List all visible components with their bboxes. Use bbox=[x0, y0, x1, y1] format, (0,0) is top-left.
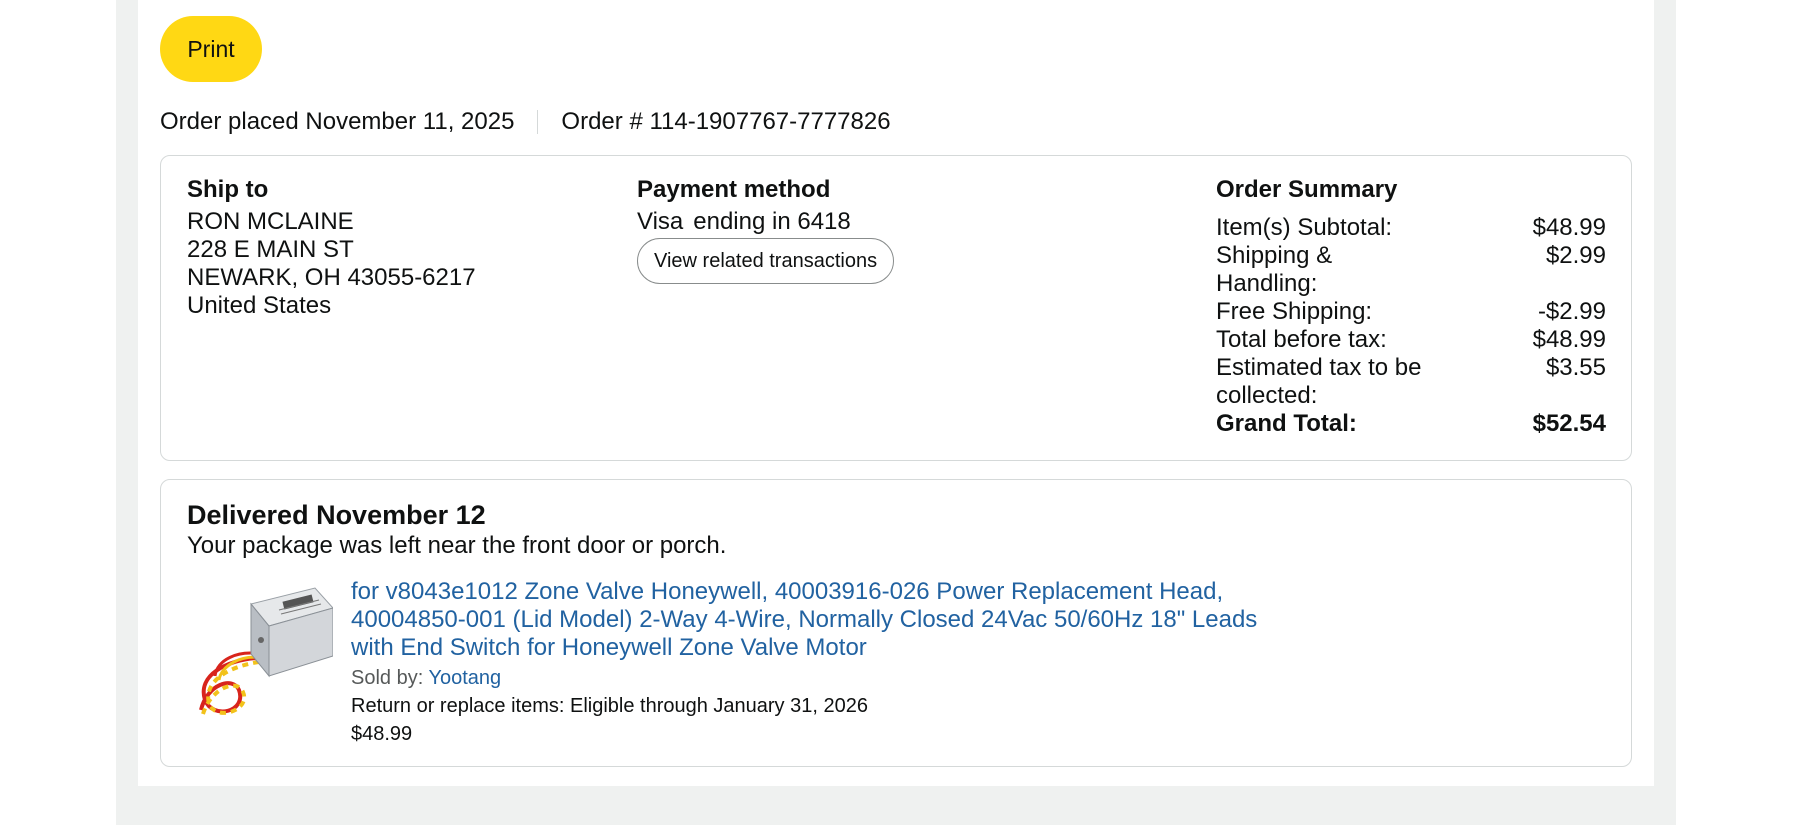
shipment-card: Delivered November 12 Your package was l… bbox=[160, 479, 1632, 767]
divider bbox=[537, 110, 539, 134]
order-placed-date: Order placed November 11, 2025 bbox=[160, 108, 515, 135]
summary-label: Estimated tax to be collected: bbox=[1216, 354, 1422, 409]
item-price: $48.99 bbox=[351, 723, 413, 745]
summary-label: Total before tax: bbox=[1216, 326, 1387, 353]
ship-to-name: RON MCLAINE bbox=[187, 208, 354, 235]
summary-label: Shipping & Handling: bbox=[1216, 242, 1333, 297]
summary-row-grand-total: Grand Total: $52.54 bbox=[1216, 410, 1606, 438]
product-title-link[interactable]: for v8043e1012 Zone Valve Honeywell, 400… bbox=[351, 578, 1281, 662]
summary-row-subtotal: Item(s) Subtotal: $48.99 bbox=[1216, 214, 1606, 242]
ship-to-country: United States bbox=[187, 292, 332, 319]
ship-to-heading: Ship to bbox=[187, 176, 269, 203]
summary-label: Free Shipping: bbox=[1216, 298, 1373, 325]
order-summary-section: Order Summary Item(s) Subtotal: $48.99 S… bbox=[1216, 176, 1606, 438]
product-image[interactable] bbox=[187, 580, 333, 726]
product-info: for v8043e1012 Zone Valve Honeywell, 400… bbox=[351, 578, 1281, 748]
ship-to-city: NEWARK, OH 43055-6217 bbox=[187, 264, 476, 291]
payment-method-section: Payment method Visa ending in 6418 View r… bbox=[637, 176, 1037, 284]
delivery-status-title: Delivered November 12 bbox=[187, 500, 486, 530]
summary-value: $48.99 bbox=[1532, 326, 1606, 353]
order-number: Order # 114-1907767-7777826 bbox=[561, 108, 891, 135]
summary-row-before-tax: Total before tax: $48.99 bbox=[1216, 326, 1606, 354]
grand-total-label: Grand Total: bbox=[1216, 410, 1357, 437]
ship-to-section: Ship to RON MCLAINE 228 E MAIN ST NEWARK… bbox=[187, 176, 607, 320]
delivery-status-subtitle: Your package was left near the front doo… bbox=[187, 532, 727, 559]
card-ending: ending in 6418 bbox=[693, 208, 851, 235]
summary-value: $48.99 bbox=[1532, 214, 1606, 241]
summary-row-shipping: Shipping & Handling: $2.99 bbox=[1216, 242, 1606, 298]
sold-by-line: Sold by: Yootang bbox=[351, 664, 1281, 692]
summary-label: Item(s) Subtotal: bbox=[1216, 214, 1393, 241]
order-details-panel: Print Order placed November 11, 2025 Ord… bbox=[138, 0, 1654, 786]
payment-card-line: Visa ending in 6418 bbox=[637, 208, 1037, 236]
summary-row-free-shipping: Free Shipping: -$2.99 bbox=[1216, 298, 1606, 326]
card-brand: Visa bbox=[637, 208, 684, 235]
order-info-card: Ship to RON MCLAINE 228 E MAIN ST NEWARK… bbox=[160, 155, 1632, 461]
payment-method-heading: Payment method bbox=[637, 176, 831, 203]
seller-link[interactable]: Yootang bbox=[428, 667, 501, 689]
order-summary-heading: Order Summary bbox=[1216, 176, 1398, 203]
summary-row-tax: Estimated tax to be collected: $3.55 bbox=[1216, 354, 1606, 410]
view-related-transactions-button[interactable]: View related transactions bbox=[637, 238, 895, 284]
summary-value: $2.99 bbox=[1545, 242, 1606, 269]
return-eligibility: Return or replace items: Eligible throug… bbox=[351, 695, 868, 717]
order-info-line: Order placed November 11, 2025 Order # 1… bbox=[160, 104, 891, 140]
summary-value: -$2.99 bbox=[1537, 298, 1606, 325]
grand-total-value: $52.54 bbox=[1532, 410, 1606, 437]
print-button[interactable]: Print bbox=[160, 16, 262, 82]
ship-to-street: 228 E MAIN ST bbox=[187, 236, 354, 263]
summary-value: $3.55 bbox=[1545, 354, 1606, 381]
sold-by-label: Sold by: bbox=[351, 667, 424, 689]
